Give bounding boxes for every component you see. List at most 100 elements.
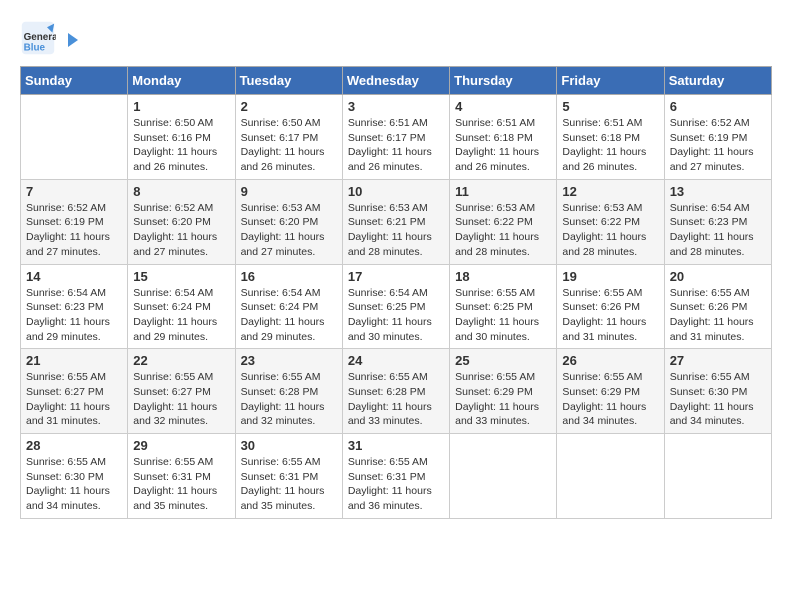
day-cell <box>21 95 128 180</box>
day-info: Sunrise: 6:53 AM Sunset: 6:20 PM Dayligh… <box>241 201 337 260</box>
calendar-header-row: SundayMondayTuesdayWednesdayThursdayFrid… <box>21 67 772 95</box>
header-saturday: Saturday <box>664 67 771 95</box>
day-cell: 9 Sunrise: 6:53 AM Sunset: 6:20 PM Daylig… <box>235 179 342 264</box>
day-number: 24 <box>348 353 444 368</box>
page-header: General Blue <box>20 20 772 56</box>
day-info: Sunrise: 6:55 AM Sunset: 6:28 PM Dayligh… <box>241 370 337 429</box>
day-number: 22 <box>133 353 229 368</box>
day-info: Sunrise: 6:55 AM Sunset: 6:30 PM Dayligh… <box>670 370 766 429</box>
day-number: 20 <box>670 269 766 284</box>
header-friday: Friday <box>557 67 664 95</box>
day-info: Sunrise: 6:55 AM Sunset: 6:31 PM Dayligh… <box>348 455 444 514</box>
day-cell: 11 Sunrise: 6:53 AM Sunset: 6:22 PM Dayli… <box>450 179 557 264</box>
day-info: Sunrise: 6:55 AM Sunset: 6:29 PM Dayligh… <box>562 370 658 429</box>
day-cell: 4 Sunrise: 6:51 AM Sunset: 6:18 PM Daylig… <box>450 95 557 180</box>
day-number: 14 <box>26 269 122 284</box>
day-cell: 24 Sunrise: 6:55 AM Sunset: 6:28 PM Dayli… <box>342 349 449 434</box>
day-cell: 28Sunrise: 6:55 AM Sunset: 6:30 PM Dayli… <box>21 434 128 519</box>
day-cell: 7 Sunrise: 6:52 AM Sunset: 6:19 PM Daylig… <box>21 179 128 264</box>
day-number: 9 <box>241 184 337 199</box>
day-cell <box>450 434 557 519</box>
day-number: 5 <box>562 99 658 114</box>
day-cell: 19 Sunrise: 6:55 AM Sunset: 6:26 PM Dayli… <box>557 264 664 349</box>
day-info: Sunrise: 6:55 AM Sunset: 6:26 PM Dayligh… <box>562 286 658 345</box>
day-cell: 17Sunrise: 6:54 AM Sunset: 6:25 PM Dayli… <box>342 264 449 349</box>
week-row-1: 1Sunrise: 6:50 AM Sunset: 6:16 PM Daylig… <box>21 95 772 180</box>
day-number: 30 <box>241 438 337 453</box>
day-info: Sunrise: 6:55 AM Sunset: 6:25 PM Dayligh… <box>455 286 551 345</box>
day-info: Sunrise: 6:54 AM Sunset: 6:24 PM Dayligh… <box>133 286 229 345</box>
day-info: Sunrise: 6:51 AM Sunset: 6:18 PM Dayligh… <box>562 116 658 175</box>
day-cell: 16Sunrise: 6:54 AM Sunset: 6:24 PM Dayli… <box>235 264 342 349</box>
day-number: 12 <box>562 184 658 199</box>
day-info: Sunrise: 6:53 AM Sunset: 6:22 PM Dayligh… <box>562 201 658 260</box>
logo-icon: General Blue <box>20 20 56 56</box>
day-info: Sunrise: 6:55 AM Sunset: 6:29 PM Dayligh… <box>455 370 551 429</box>
day-cell: 12 Sunrise: 6:53 AM Sunset: 6:22 PM Dayli… <box>557 179 664 264</box>
day-info: Sunrise: 6:55 AM Sunset: 6:31 PM Dayligh… <box>241 455 337 514</box>
week-row-3: 14Sunrise: 6:54 AM Sunset: 6:23 PM Dayli… <box>21 264 772 349</box>
day-cell: 22 Sunrise: 6:55 AM Sunset: 6:27 PM Dayli… <box>128 349 235 434</box>
day-cell: 8 Sunrise: 6:52 AM Sunset: 6:20 PM Daylig… <box>128 179 235 264</box>
day-info: Sunrise: 6:50 AM Sunset: 6:17 PM Dayligh… <box>241 116 337 175</box>
day-cell: 30 Sunrise: 6:55 AM Sunset: 6:31 PM Dayli… <box>235 434 342 519</box>
day-info: Sunrise: 6:55 AM Sunset: 6:27 PM Dayligh… <box>133 370 229 429</box>
day-cell: 1Sunrise: 6:50 AM Sunset: 6:16 PM Daylig… <box>128 95 235 180</box>
header-thursday: Thursday <box>450 67 557 95</box>
day-info: Sunrise: 6:55 AM Sunset: 6:27 PM Dayligh… <box>26 370 122 429</box>
day-cell: 6 Sunrise: 6:52 AM Sunset: 6:19 PM Daylig… <box>664 95 771 180</box>
day-number: 13 <box>670 184 766 199</box>
day-cell: 26 Sunrise: 6:55 AM Sunset: 6:29 PM Dayli… <box>557 349 664 434</box>
day-info: Sunrise: 6:55 AM Sunset: 6:26 PM Dayligh… <box>670 286 766 345</box>
day-info: Sunrise: 6:51 AM Sunset: 6:18 PM Dayligh… <box>455 116 551 175</box>
header-monday: Monday <box>128 67 235 95</box>
day-cell: 23 Sunrise: 6:55 AM Sunset: 6:28 PM Dayli… <box>235 349 342 434</box>
day-number: 25 <box>455 353 551 368</box>
day-info: Sunrise: 6:53 AM Sunset: 6:22 PM Dayligh… <box>455 201 551 260</box>
day-cell: 10Sunrise: 6:53 AM Sunset: 6:21 PM Dayli… <box>342 179 449 264</box>
day-number: 6 <box>670 99 766 114</box>
day-info: Sunrise: 6:55 AM Sunset: 6:31 PM Dayligh… <box>133 455 229 514</box>
day-cell: 18 Sunrise: 6:55 AM Sunset: 6:25 PM Dayli… <box>450 264 557 349</box>
day-number: 21 <box>26 353 122 368</box>
day-info: Sunrise: 6:52 AM Sunset: 6:19 PM Dayligh… <box>670 116 766 175</box>
day-number: 8 <box>133 184 229 199</box>
day-number: 4 <box>455 99 551 114</box>
day-cell: 13 Sunrise: 6:54 AM Sunset: 6:23 PM Dayli… <box>664 179 771 264</box>
day-number: 3 <box>348 99 444 114</box>
day-number: 26 <box>562 353 658 368</box>
day-number: 29 <box>133 438 229 453</box>
day-cell: 15Sunrise: 6:54 AM Sunset: 6:24 PM Dayli… <box>128 264 235 349</box>
week-row-4: 21 Sunrise: 6:55 AM Sunset: 6:27 PM Dayli… <box>21 349 772 434</box>
day-number: 1 <box>133 99 229 114</box>
day-number: 16 <box>241 269 337 284</box>
day-cell: 14Sunrise: 6:54 AM Sunset: 6:23 PM Dayli… <box>21 264 128 349</box>
day-number: 18 <box>455 269 551 284</box>
week-row-2: 7 Sunrise: 6:52 AM Sunset: 6:19 PM Daylig… <box>21 179 772 264</box>
day-number: 27 <box>670 353 766 368</box>
day-info: Sunrise: 6:54 AM Sunset: 6:23 PM Dayligh… <box>670 201 766 260</box>
svg-text:Blue: Blue <box>24 43 46 54</box>
day-number: 2 <box>241 99 337 114</box>
day-cell: 20 Sunrise: 6:55 AM Sunset: 6:26 PM Dayli… <box>664 264 771 349</box>
day-cell <box>664 434 771 519</box>
day-number: 19 <box>562 269 658 284</box>
day-cell: 27 Sunrise: 6:55 AM Sunset: 6:30 PM Dayli… <box>664 349 771 434</box>
day-cell: 3Sunrise: 6:51 AM Sunset: 6:17 PM Daylig… <box>342 95 449 180</box>
logo: General Blue <box>20 20 80 56</box>
day-info: Sunrise: 6:55 AM Sunset: 6:28 PM Dayligh… <box>348 370 444 429</box>
day-cell: 21 Sunrise: 6:55 AM Sunset: 6:27 PM Dayli… <box>21 349 128 434</box>
day-cell: 31Sunrise: 6:55 AM Sunset: 6:31 PM Dayli… <box>342 434 449 519</box>
day-info: Sunrise: 6:52 AM Sunset: 6:20 PM Dayligh… <box>133 201 229 260</box>
day-number: 17 <box>348 269 444 284</box>
day-number: 11 <box>455 184 551 199</box>
day-number: 23 <box>241 353 337 368</box>
logo-arrow-icon <box>62 31 80 49</box>
day-number: 7 <box>26 184 122 199</box>
day-cell <box>557 434 664 519</box>
week-row-5: 28Sunrise: 6:55 AM Sunset: 6:30 PM Dayli… <box>21 434 772 519</box>
day-cell: 2 Sunrise: 6:50 AM Sunset: 6:17 PM Daylig… <box>235 95 342 180</box>
svg-text:General: General <box>24 32 56 43</box>
day-info: Sunrise: 6:52 AM Sunset: 6:19 PM Dayligh… <box>26 201 122 260</box>
day-cell: 5 Sunrise: 6:51 AM Sunset: 6:18 PM Daylig… <box>557 95 664 180</box>
